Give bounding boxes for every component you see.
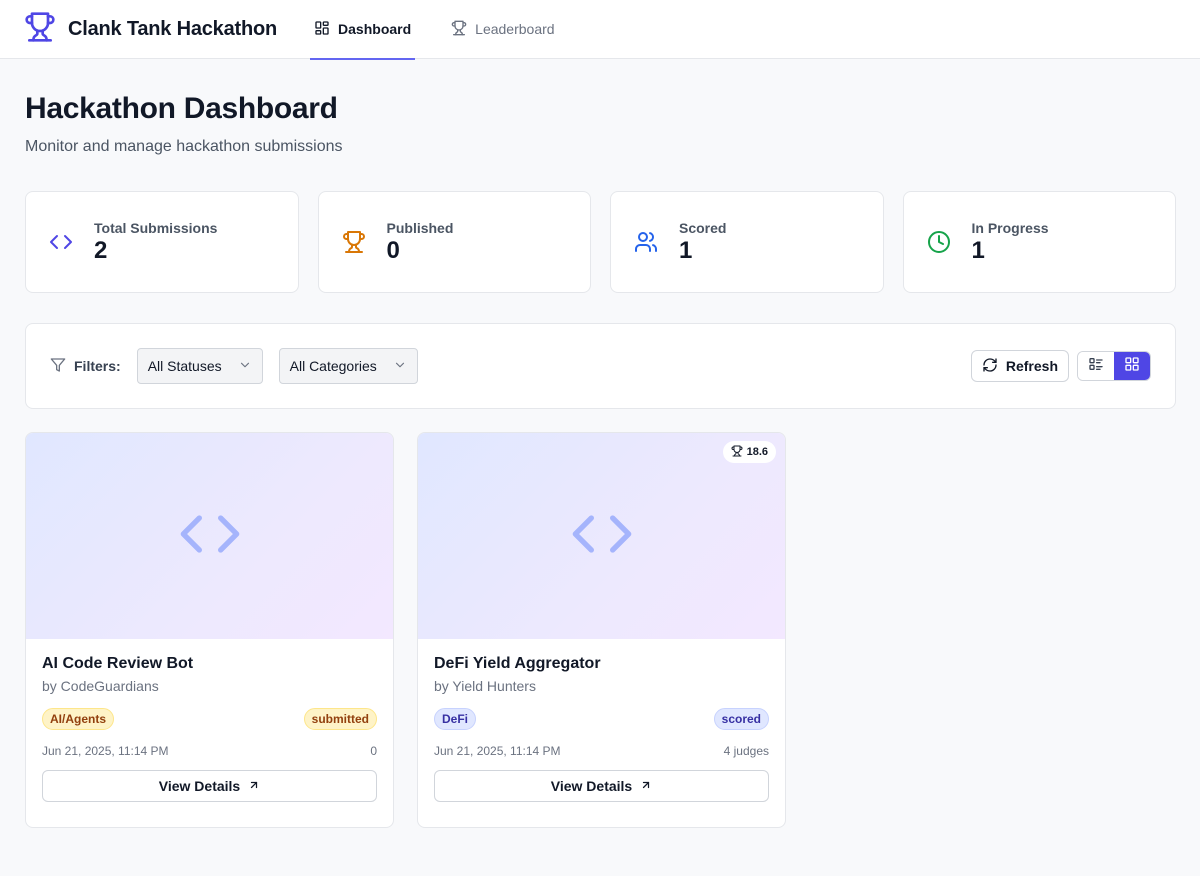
trophy-icon xyxy=(342,230,366,254)
trophy-icon xyxy=(731,445,743,460)
stat-total-submissions: Total Submissions 2 xyxy=(25,191,299,293)
status-select-value: All Statuses xyxy=(147,358,222,374)
page-title: Hackathon Dashboard xyxy=(25,92,338,125)
view-toggle xyxy=(1077,351,1151,381)
category-badge: AI/Agents xyxy=(42,708,115,730)
stat-label: Scored xyxy=(679,219,727,236)
trophy-icon xyxy=(451,20,467,39)
refresh-button[interactable]: Refresh xyxy=(970,350,1069,382)
nav-leaderboard-label: Leaderboard xyxy=(475,21,555,37)
stat-published: Published 0 xyxy=(317,191,591,293)
submission-date: Jun 21, 2025, 11:14 PM xyxy=(42,744,169,758)
code-icon xyxy=(178,502,242,571)
score-value: 18.6 xyxy=(746,446,768,458)
main-nav: Dashboard Leaderboard xyxy=(310,0,591,60)
main-content: Hackathon Dashboard Monitor and manage h… xyxy=(0,59,1200,828)
submission-team: by Yield Hunters xyxy=(434,678,536,694)
top-header: Clank Tank Hackathon Dashboard Leaderboa… xyxy=(0,0,1200,60)
category-badge: DeFi xyxy=(434,708,477,730)
chevron-down-icon xyxy=(238,358,252,375)
list-icon xyxy=(1088,356,1104,377)
score-badge: 18.6 xyxy=(722,441,776,463)
submission-title: AI Code Review Bot xyxy=(42,655,194,672)
nav-dashboard[interactable]: Dashboard xyxy=(310,0,416,60)
stat-in-progress: In Progress 1 xyxy=(902,191,1176,293)
refresh-icon xyxy=(982,357,998,376)
submission-card[interactable]: 18.6 DeFi Yield Aggregator by Yield Hunt… xyxy=(417,432,786,828)
status-badge: scored xyxy=(713,708,769,730)
app-title: Clank Tank Hackathon xyxy=(68,17,278,40)
grid-view-button[interactable] xyxy=(1114,352,1150,380)
users-icon xyxy=(634,230,658,254)
page-subtitle: Monitor and manage hackathon submissions xyxy=(25,138,343,155)
judge-count: 4 judges xyxy=(723,744,769,758)
refresh-label: Refresh xyxy=(1005,358,1058,374)
stat-scored: Scored 1 xyxy=(610,191,884,293)
view-details-label: View Details xyxy=(158,778,241,794)
view-details-button[interactable]: View Details xyxy=(42,770,377,802)
filters-label-text: Filters: xyxy=(74,358,121,374)
list-view-button[interactable] xyxy=(1078,352,1114,380)
brand[interactable]: Clank Tank Hackathon xyxy=(24,11,277,48)
status-select[interactable]: All Statuses xyxy=(136,348,263,384)
category-select-value: All Categories xyxy=(289,358,377,374)
trophy-logo-icon xyxy=(24,11,56,48)
stat-label: In Progress xyxy=(971,219,1049,236)
submission-grid: AI Code Review Bot by CodeGuardians AI/A… xyxy=(25,432,1176,828)
chevron-down-icon xyxy=(393,358,407,375)
stat-value: 0 xyxy=(386,236,400,264)
submission-team: by CodeGuardians xyxy=(42,678,159,694)
filter-icon xyxy=(50,357,66,376)
nav-leaderboard[interactable]: Leaderboard xyxy=(447,0,558,59)
submission-card[interactable]: AI Code Review Bot by CodeGuardians AI/A… xyxy=(25,432,394,828)
grid-icon xyxy=(1124,356,1140,377)
stats-row: Total Submissions 2 Published 0 Scored 1… xyxy=(25,191,1176,293)
judge-count: 0 xyxy=(370,744,377,758)
code-icon xyxy=(49,230,73,254)
stat-value: 1 xyxy=(679,236,693,264)
filters-label: Filters: xyxy=(50,357,121,376)
category-select[interactable]: All Categories xyxy=(278,348,418,384)
view-details-label: View Details xyxy=(550,778,633,794)
stat-label: Total Submissions xyxy=(94,219,218,236)
stat-value: 1 xyxy=(971,236,985,264)
clock-icon xyxy=(927,230,951,254)
status-badge: submitted xyxy=(303,708,377,730)
dashboard-icon xyxy=(314,20,330,39)
arrow-up-right-icon xyxy=(640,778,652,794)
code-icon xyxy=(570,502,634,571)
card-thumbnail xyxy=(26,433,393,639)
view-details-button[interactable]: View Details xyxy=(434,770,769,802)
stat-value: 2 xyxy=(94,236,108,264)
nav-dashboard-label: Dashboard xyxy=(338,21,412,37)
filters-bar: Filters: All Statuses All Categories Ref… xyxy=(25,323,1176,409)
card-thumbnail: 18.6 xyxy=(418,433,785,639)
submission-date: Jun 21, 2025, 11:14 PM xyxy=(434,744,561,758)
stat-label: Published xyxy=(386,219,454,236)
arrow-up-right-icon xyxy=(248,778,260,794)
submission-title: DeFi Yield Aggregator xyxy=(434,655,601,672)
